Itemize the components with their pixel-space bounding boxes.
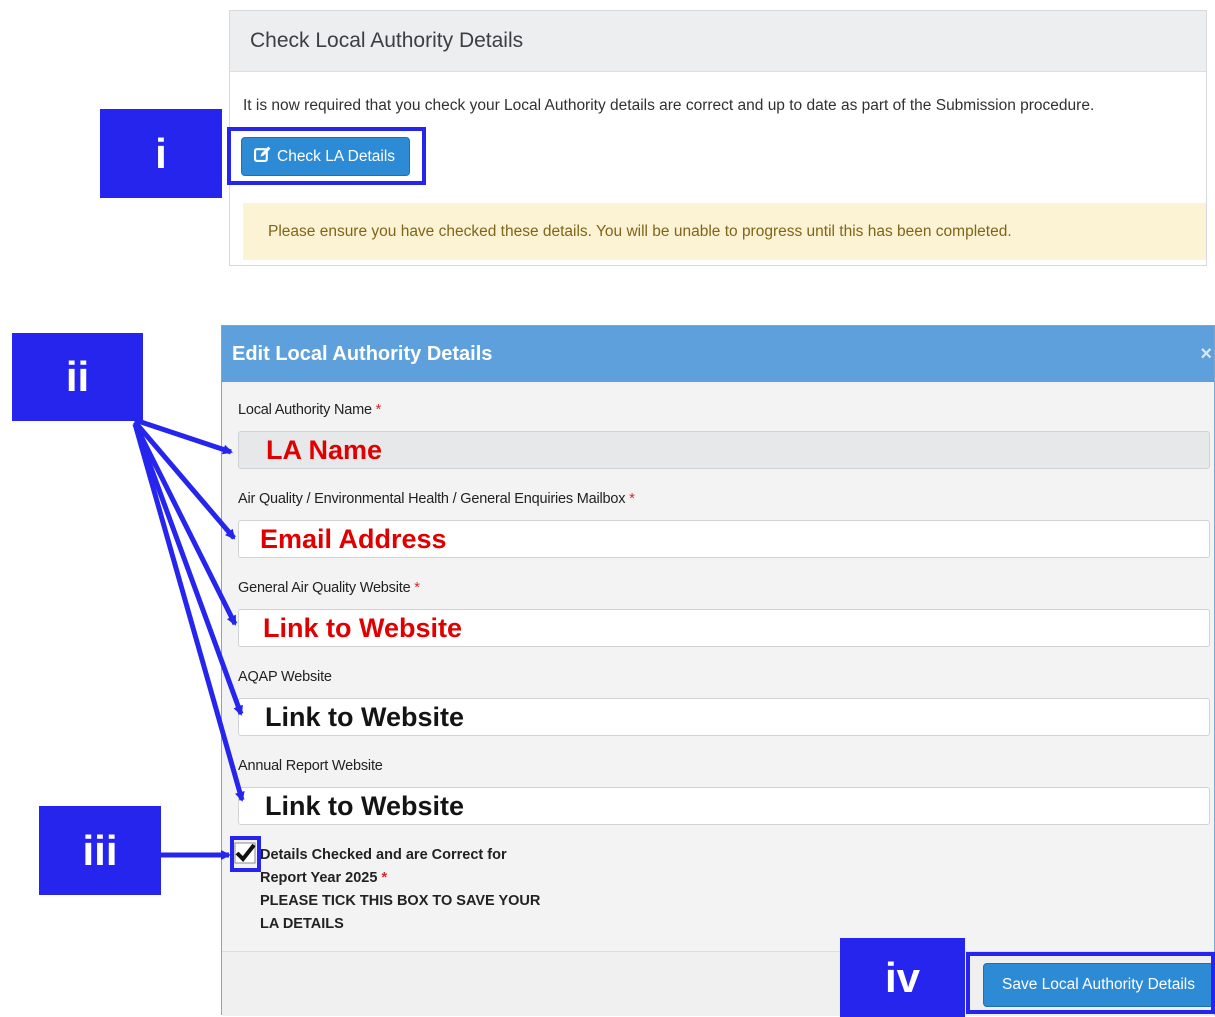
callout-ii: ii <box>12 333 143 421</box>
edit-la-modal: Edit Local Authority Details × Local Aut… <box>221 325 1215 1016</box>
callout-iii: iii <box>39 806 161 895</box>
callout-iv: iv <box>840 938 965 1017</box>
arrow-to-la-name <box>134 417 233 455</box>
panel-description: It is now required that you check your L… <box>243 97 1095 114</box>
la-name-field[interactable]: LA Name <box>238 431 1210 469</box>
annual-report-website-label: Annual Report Website <box>238 758 383 774</box>
email-field[interactable]: Email Address <box>238 520 1210 558</box>
modal-title: Edit Local Authority Details <box>232 343 493 365</box>
annual-report-website-field[interactable]: Link to Website <box>238 787 1210 825</box>
aq-website-field[interactable]: Link to Website <box>238 609 1210 647</box>
close-icon[interactable]: × <box>1200 326 1212 382</box>
highlight-save-button <box>966 952 1215 1014</box>
aq-website-label: General Air Quality Website * <box>238 580 420 596</box>
warning-notice: Please ensure you have checked these det… <box>243 203 1206 260</box>
mailbox-label: Air Quality / Environmental Health / Gen… <box>238 491 635 507</box>
aqap-website-field[interactable]: Link to Website <box>238 698 1210 736</box>
callout-i: i <box>100 109 222 198</box>
highlight-check-button <box>227 127 426 185</box>
highlight-checkbox <box>230 836 261 872</box>
aqap-website-label: AQAP Website <box>238 669 332 685</box>
arrow-to-aq-website <box>132 422 238 626</box>
la-name-label: Local Authority Name * <box>238 402 382 418</box>
panel-title: Check Local Authority Details <box>230 11 1206 72</box>
modal-header: Edit Local Authority Details × <box>222 326 1214 382</box>
arrow-to-email <box>133 420 236 540</box>
consent-label: Details Checked and are Correct for Repo… <box>260 847 541 932</box>
